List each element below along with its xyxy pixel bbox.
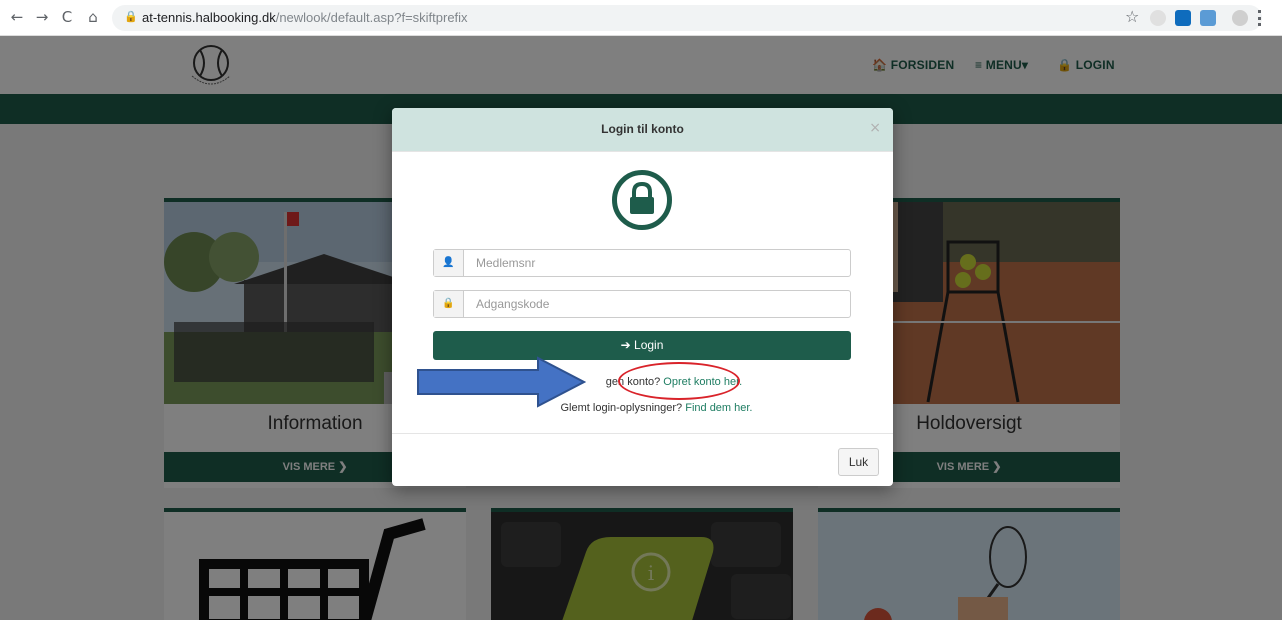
modal-footer (392, 433, 893, 486)
password-input[interactable] (464, 291, 850, 317)
login-button-label: Login (634, 338, 664, 352)
lock-small-icon: 🔒 (434, 291, 464, 317)
address-bar[interactable]: 🔒 at-tennis.halbooking.dk/newlook/defaul… (112, 5, 1262, 31)
bookmark-star-icon[interactable]: ☆ (1125, 7, 1139, 26)
password-field[interactable]: 🔒 (433, 290, 851, 318)
annotation-ellipse (618, 362, 740, 400)
modal-header: Login til konto × (392, 108, 893, 152)
lock-icon (612, 170, 672, 230)
close-icon[interactable]: × (869, 120, 881, 136)
url-path: /newlook/default.asp?f=skiftprefix (275, 10, 468, 25)
back-icon[interactable]: ← (8, 8, 26, 26)
browser-menu-icon[interactable] (1258, 10, 1262, 26)
extension-icon[interactable] (1150, 10, 1166, 26)
member-number-field[interactable]: 👤 (433, 249, 851, 277)
url-host: at-tennis.halbooking.dk (142, 10, 276, 25)
user-icon: 👤 (434, 250, 464, 276)
forward-icon[interactable]: → (33, 8, 51, 26)
forgot-login-link[interactable]: Find dem her. (685, 402, 752, 414)
login-modal: Login til konto × 👤 🔒 ➔ Login gen konto?… (392, 108, 893, 486)
chat-extension-icon[interactable] (1200, 10, 1216, 26)
annotation-arrow-icon (417, 356, 586, 408)
close-button[interactable]: Luk (838, 448, 879, 476)
member-number-input[interactable] (464, 250, 850, 276)
reload-icon[interactable]: C (58, 8, 76, 26)
lock-icon: 🔒 (124, 10, 138, 23)
url-text: at-tennis.halbooking.dk/newlook/default.… (142, 10, 468, 25)
profile-avatar-icon[interactable] (1232, 10, 1248, 26)
modal-title: Login til konto (601, 122, 684, 136)
browser-toolbar: ← → C ⌂ 🔒 at-tennis.halbooking.dk/newloo… (0, 0, 1282, 36)
outlook-extension-icon[interactable] (1175, 10, 1191, 26)
sign-in-icon: ➔ (620, 338, 631, 352)
home-icon[interactable]: ⌂ (84, 8, 102, 26)
